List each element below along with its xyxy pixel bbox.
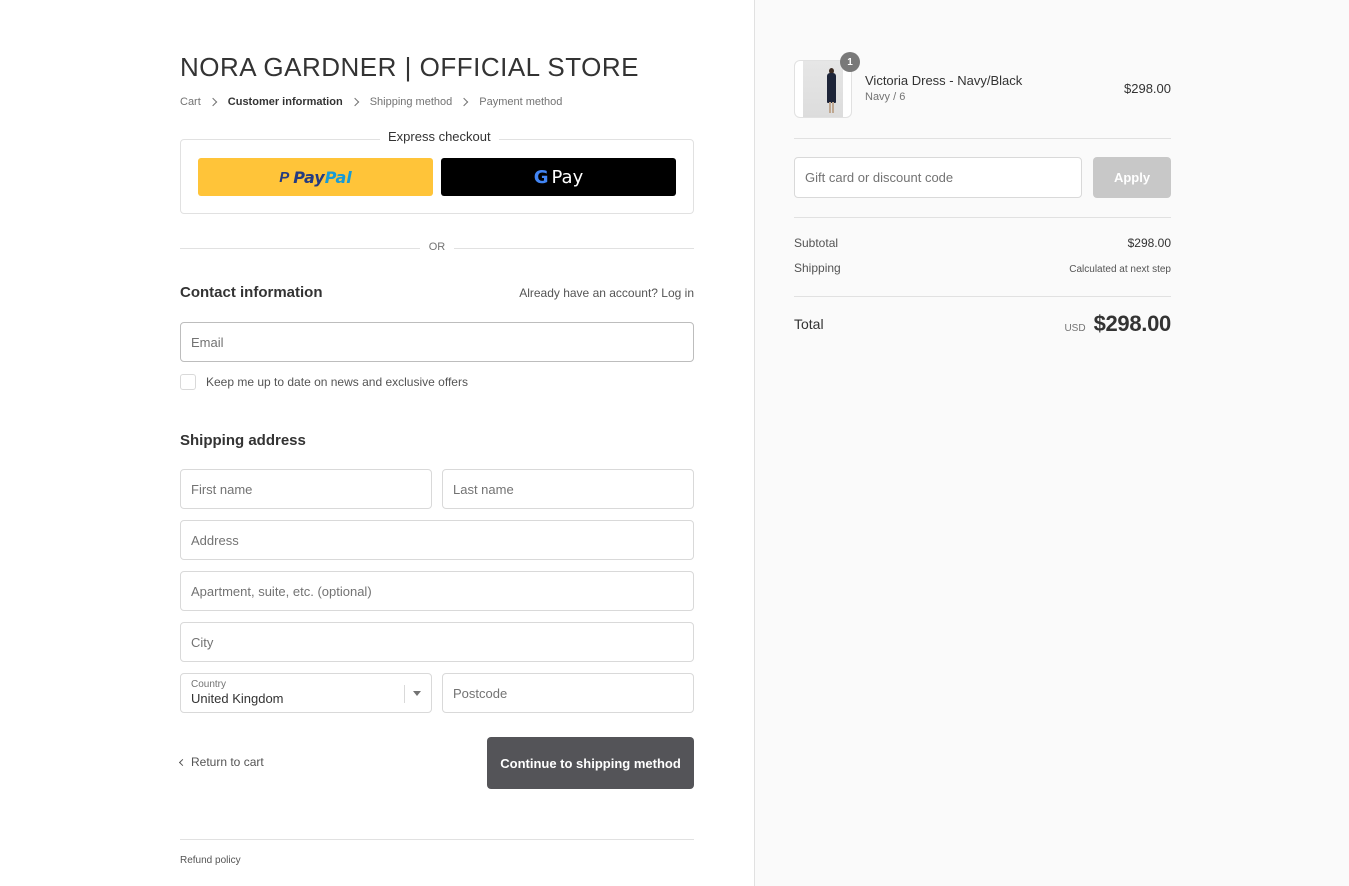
total-label: Total <box>794 316 824 332</box>
country-value: United Kingdom <box>191 691 284 706</box>
refund-policy-link[interactable]: Refund policy <box>180 855 241 866</box>
address-field[interactable] <box>180 520 694 560</box>
login-prompt-text: Already have an account? <box>519 286 658 300</box>
total-currency: USD <box>1064 323 1086 334</box>
breadcrumb-customer-information: Customer information <box>227 96 343 108</box>
newsletter-label[interactable]: Keep me up to date on news and exclusive… <box>206 375 468 389</box>
or-divider: OR <box>180 241 694 255</box>
total-row: Total USD $298.00 <box>794 311 1171 337</box>
breadcrumb: Cart Customer information Shipping metho… <box>180 96 562 108</box>
order-summary: 1 Victoria Dress - Navy/Black Navy / 6 $… <box>754 0 1349 886</box>
country-label: Country <box>191 679 227 690</box>
google-g-icon: G <box>533 166 549 188</box>
paypal-button[interactable]: P PayPal <box>198 158 433 196</box>
city-field[interactable] <box>180 622 694 662</box>
chevron-left-icon <box>178 758 187 767</box>
breadcrumb-payment-method: Payment method <box>479 96 563 108</box>
breadcrumb-cart[interactable]: Cart <box>180 96 201 108</box>
product-variant: Navy / 6 <box>865 91 906 103</box>
express-checkout: Express checkout P PayPal G Pay <box>180 129 694 214</box>
breadcrumb-shipping-method: Shipping method <box>369 96 453 108</box>
shipping-value: Calculated at next step <box>1069 264 1171 275</box>
newsletter-checkbox[interactable] <box>180 374 196 390</box>
total-amount: $298.00 <box>1093 311 1172 336</box>
subtotal-row: Subtotal $298.00 <box>794 236 1171 250</box>
return-to-cart-label: Return to cart <box>191 755 264 769</box>
cart-item: 1 Victoria Dress - Navy/Black Navy / 6 $… <box>794 52 1171 120</box>
city-input[interactable] <box>191 634 683 650</box>
summary-divider <box>794 296 1171 297</box>
continue-to-shipping-button[interactable]: Continue to shipping method <box>487 737 694 789</box>
chevron-right-icon <box>350 97 359 107</box>
apartment-input[interactable] <box>191 583 683 599</box>
shipping-label: Shipping <box>794 261 841 275</box>
contact-information-title: Contact information <box>180 284 323 301</box>
footer-divider <box>180 839 694 840</box>
discount-code-field[interactable] <box>794 157 1082 198</box>
first-name-field[interactable] <box>180 469 432 509</box>
store-title[interactable]: NORA GARDNER | OFFICIAL STORE <box>180 52 639 83</box>
express-checkout-label: Express checkout <box>380 129 499 144</box>
product-image <box>803 61 843 117</box>
address-input[interactable] <box>191 532 683 548</box>
country-select[interactable]: Country United Kingdom <box>180 673 432 713</box>
last-name-input[interactable] <box>453 481 683 497</box>
product-price: $298.00 <box>1124 81 1171 96</box>
chevron-right-icon <box>460 97 469 107</box>
postcode-input[interactable] <box>453 685 683 701</box>
return-to-cart-link[interactable]: Return to cart <box>178 755 264 769</box>
subtotal-value: $298.00 <box>1127 236 1171 250</box>
login-prompt: Already have an account? Log in <box>519 286 694 300</box>
or-label: OR <box>428 241 446 253</box>
chevron-down-icon <box>413 691 421 696</box>
checkout-main: NORA GARDNER | OFFICIAL STORE Cart Custo… <box>0 0 754 886</box>
paypal-logo-pal: Pal <box>324 167 352 187</box>
email-input[interactable] <box>191 334 683 350</box>
summary-divider <box>794 217 1171 218</box>
login-link[interactable]: Log in <box>661 286 694 300</box>
last-name-field[interactable] <box>442 469 694 509</box>
shipping-row: Shipping Calculated at next step <box>794 261 1171 275</box>
google-pay-button[interactable]: G Pay <box>441 158 676 196</box>
email-field[interactable] <box>180 322 694 362</box>
apply-discount-button[interactable]: Apply <box>1093 157 1171 198</box>
subtotal-label: Subtotal <box>794 236 839 250</box>
chevron-right-icon <box>208 97 218 107</box>
paypal-logo-pay: Pay <box>293 167 325 187</box>
first-name-input[interactable] <box>191 481 421 497</box>
product-name: Victoria Dress - Navy/Black <box>865 73 1023 88</box>
shipping-address-title: Shipping address <box>180 432 306 449</box>
paypal-icon: P <box>279 168 290 186</box>
postcode-field[interactable] <box>442 673 694 713</box>
google-pay-label: Pay <box>551 166 584 188</box>
summary-divider <box>794 138 1171 139</box>
paypal-logo: PayPal <box>293 168 351 187</box>
apartment-field[interactable] <box>180 571 694 611</box>
quantity-badge: 1 <box>840 52 860 72</box>
newsletter-option: Keep me up to date on news and exclusive… <box>180 374 468 390</box>
discount-code-input[interactable] <box>805 170 1071 185</box>
